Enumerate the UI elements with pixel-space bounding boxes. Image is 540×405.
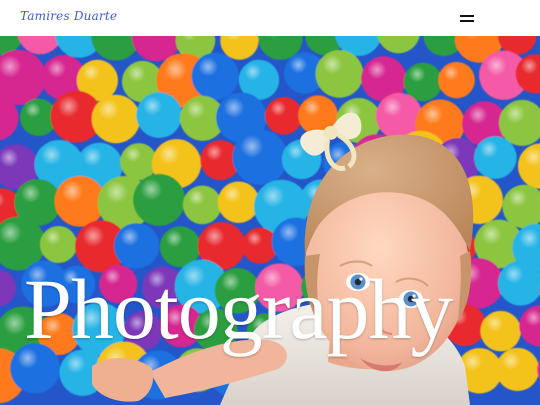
menu-line-icon — [460, 15, 474, 17]
ball-highlight — [473, 136, 517, 179]
menu-button[interactable] — [460, 11, 474, 25]
ball-highlight — [120, 143, 158, 181]
ball-highlight — [133, 173, 186, 226]
ball-highlight — [232, 129, 288, 185]
ball-highlight — [136, 92, 182, 138]
ball-highlight — [91, 94, 141, 144]
ball-highlight — [182, 185, 222, 225]
menu-line-icon — [460, 20, 474, 22]
ball-highlight — [438, 61, 475, 99]
hero-title: Photography — [24, 261, 454, 357]
top-header: Tamires Duarte — [0, 0, 540, 36]
ball-highlight — [495, 347, 540, 392]
ball-highlight — [191, 52, 239, 100]
ball-highlight — [40, 225, 78, 263]
ball-highlight — [480, 310, 521, 352]
hero-section: Photography — [0, 36, 540, 405]
ball-highlight — [315, 50, 364, 98]
ball-highlight — [265, 97, 303, 135]
ball-highlight — [217, 181, 260, 223]
site-logo[interactable]: Tamires Duarte — [20, 9, 117, 29]
ball-highlight — [54, 175, 106, 227]
